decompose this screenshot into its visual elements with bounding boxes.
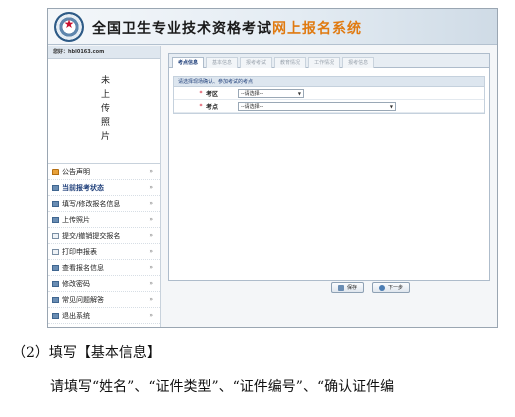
- sidebar-item-submit[interactable]: 提交/撤销提交报名 »: [48, 228, 160, 244]
- star-icon: ★: [63, 17, 75, 31]
- photo-placeholder: 未上传照片: [48, 60, 160, 160]
- save-button[interactable]: 保存: [331, 282, 365, 293]
- panel-title: 请选择现场确认、参加考试的考点: [174, 77, 484, 87]
- tab-education[interactable]: 教育情况: [274, 57, 307, 68]
- chevron-right-icon: »: [149, 296, 153, 303]
- sidebar-item-label: 填写/修改报名信息: [62, 199, 121, 208]
- exam-site-panel: 请选择现场确认、参加考试的考点 * 考区 --请选择-- ▼ * 考点 --请选…: [173, 76, 485, 114]
- chevron-right-icon: »: [149, 216, 153, 223]
- sidebar-menu: 公告声明 » 当前报考状态 » 填写/修改报名信息 » 上传照片 » 提交/撤销…: [48, 163, 160, 324]
- user-greeting: 您好：hbl0163.com: [48, 46, 160, 59]
- doc-icon: [52, 200, 59, 207]
- sidebar-item-label: 公告声明: [62, 167, 90, 176]
- exam-site-select[interactable]: --请选择-- ▼: [238, 101, 396, 111]
- sidebar-item-label: 退出系统: [62, 311, 90, 320]
- sidebar: 您好：hbl0163.com 未上传照片 公告声明 » 当前报考状态 » 填写/…: [48, 46, 161, 327]
- doc-icon: [52, 216, 59, 223]
- sidebar-item-print[interactable]: 打印申报表 »: [48, 244, 160, 260]
- required-mark: *: [199, 102, 203, 110]
- chevron-right-icon: »: [149, 168, 153, 175]
- next-button-label: 下一步: [388, 284, 404, 291]
- home-icon: [52, 168, 59, 175]
- next-button[interactable]: 下一步: [372, 282, 411, 293]
- sidebar-item-label: 常见问题解答: [62, 295, 104, 304]
- save-icon: [338, 284, 344, 291]
- form-row-exam-region: * 考区 --请选择-- ▼: [174, 87, 484, 100]
- main-content: 考点信息 基本信息 报考考试 教育情况 工作情况 报考信息 请选择现场确认、参加…: [168, 53, 490, 281]
- select-value: --请选择--: [241, 103, 264, 110]
- site-title-highlight: 网上报名系统: [272, 21, 362, 37]
- chevron-right-icon: »: [149, 280, 153, 287]
- required-mark: *: [199, 89, 203, 97]
- field-label: 考区: [206, 90, 219, 98]
- tab-bar: 考点信息 基本信息 报考考试 教育情况 工作情况 报考信息: [169, 54, 489, 68]
- chevron-down-icon: ▼: [297, 90, 301, 96]
- next-arrow-icon: [379, 284, 386, 291]
- exam-region-select[interactable]: --请选择-- ▼: [238, 88, 304, 98]
- chevron-right-icon: »: [149, 264, 153, 271]
- tab-exam-site[interactable]: 考点信息: [172, 57, 205, 68]
- doc-icon: [52, 184, 59, 191]
- sidebar-item-label: 上传照片: [62, 215, 90, 224]
- page-icon: [52, 232, 59, 239]
- chevron-down-icon: ▼: [389, 103, 393, 109]
- tab-apply-info[interactable]: 报考信息: [342, 57, 375, 68]
- sidebar-item-label: 提交/撤销提交报名: [62, 231, 121, 240]
- sidebar-item-upload-photo[interactable]: 上传照片 »: [48, 212, 160, 228]
- instruction-paragraph: 请填写“姓名”、“证件类型”、“证件编号”、“确认证件编: [50, 379, 395, 395]
- tab-work[interactable]: 工作情况: [308, 57, 341, 68]
- form-row-exam-site: * 考点 --请选择-- ▼: [174, 100, 484, 113]
- sidebar-item-logout[interactable]: 退出系统 »: [48, 308, 160, 324]
- doc-icon: [52, 264, 59, 271]
- site-title-main: 全国卫生专业技术资格考试: [92, 21, 272, 37]
- select-value: --请选择--: [241, 90, 264, 97]
- sidebar-item-announcement[interactable]: 公告声明 »: [48, 164, 160, 180]
- tab-exam-apply[interactable]: 报考考试: [240, 57, 273, 68]
- emblem-logo: ★: [54, 12, 84, 42]
- sidebar-item-edit-info[interactable]: 填写/修改报名信息 »: [48, 196, 160, 212]
- photo-placeholder-text: 未上传照片: [99, 75, 109, 145]
- sidebar-item-label: 当前报考状态: [62, 183, 104, 192]
- step-heading: （2）填写【基本信息】: [12, 345, 161, 361]
- sidebar-item-change-password[interactable]: 修改密码 »: [48, 276, 160, 292]
- sidebar-item-status[interactable]: 当前报考状态 »: [48, 180, 160, 196]
- sidebar-item-label: 修改密码: [62, 279, 90, 288]
- chevron-right-icon: »: [149, 232, 153, 239]
- doc-icon: [52, 296, 59, 303]
- sidebar-item-label: 查看报名信息: [62, 263, 104, 272]
- site-banner: ★ 全国卫生专业技术资格考试网上报名系统: [48, 9, 497, 45]
- chevron-right-icon: »: [149, 200, 153, 207]
- sidebar-item-view-info[interactable]: 查看报名信息 »: [48, 260, 160, 276]
- registration-screenshot: ★ 全国卫生专业技术资格考试网上报名系统 您好：hbl0163.com 未上传照…: [47, 8, 498, 328]
- doc-icon: [52, 312, 59, 319]
- site-title: 全国卫生专业技术资格考试网上报名系统: [92, 18, 362, 38]
- sidebar-item-faq[interactable]: 常见问题解答 »: [48, 292, 160, 308]
- form-buttons: 保存 下一步: [331, 282, 411, 293]
- chevron-right-icon: »: [149, 248, 153, 255]
- field-label: 考点: [206, 103, 219, 111]
- save-button-label: 保存: [347, 284, 358, 291]
- tab-basic-info[interactable]: 基本信息: [206, 57, 239, 68]
- chevron-right-icon: »: [149, 312, 153, 319]
- doc-icon: [52, 280, 59, 287]
- chevron-right-icon: »: [149, 184, 153, 191]
- page-icon: [52, 248, 59, 255]
- sidebar-item-label: 打印申报表: [62, 247, 97, 256]
